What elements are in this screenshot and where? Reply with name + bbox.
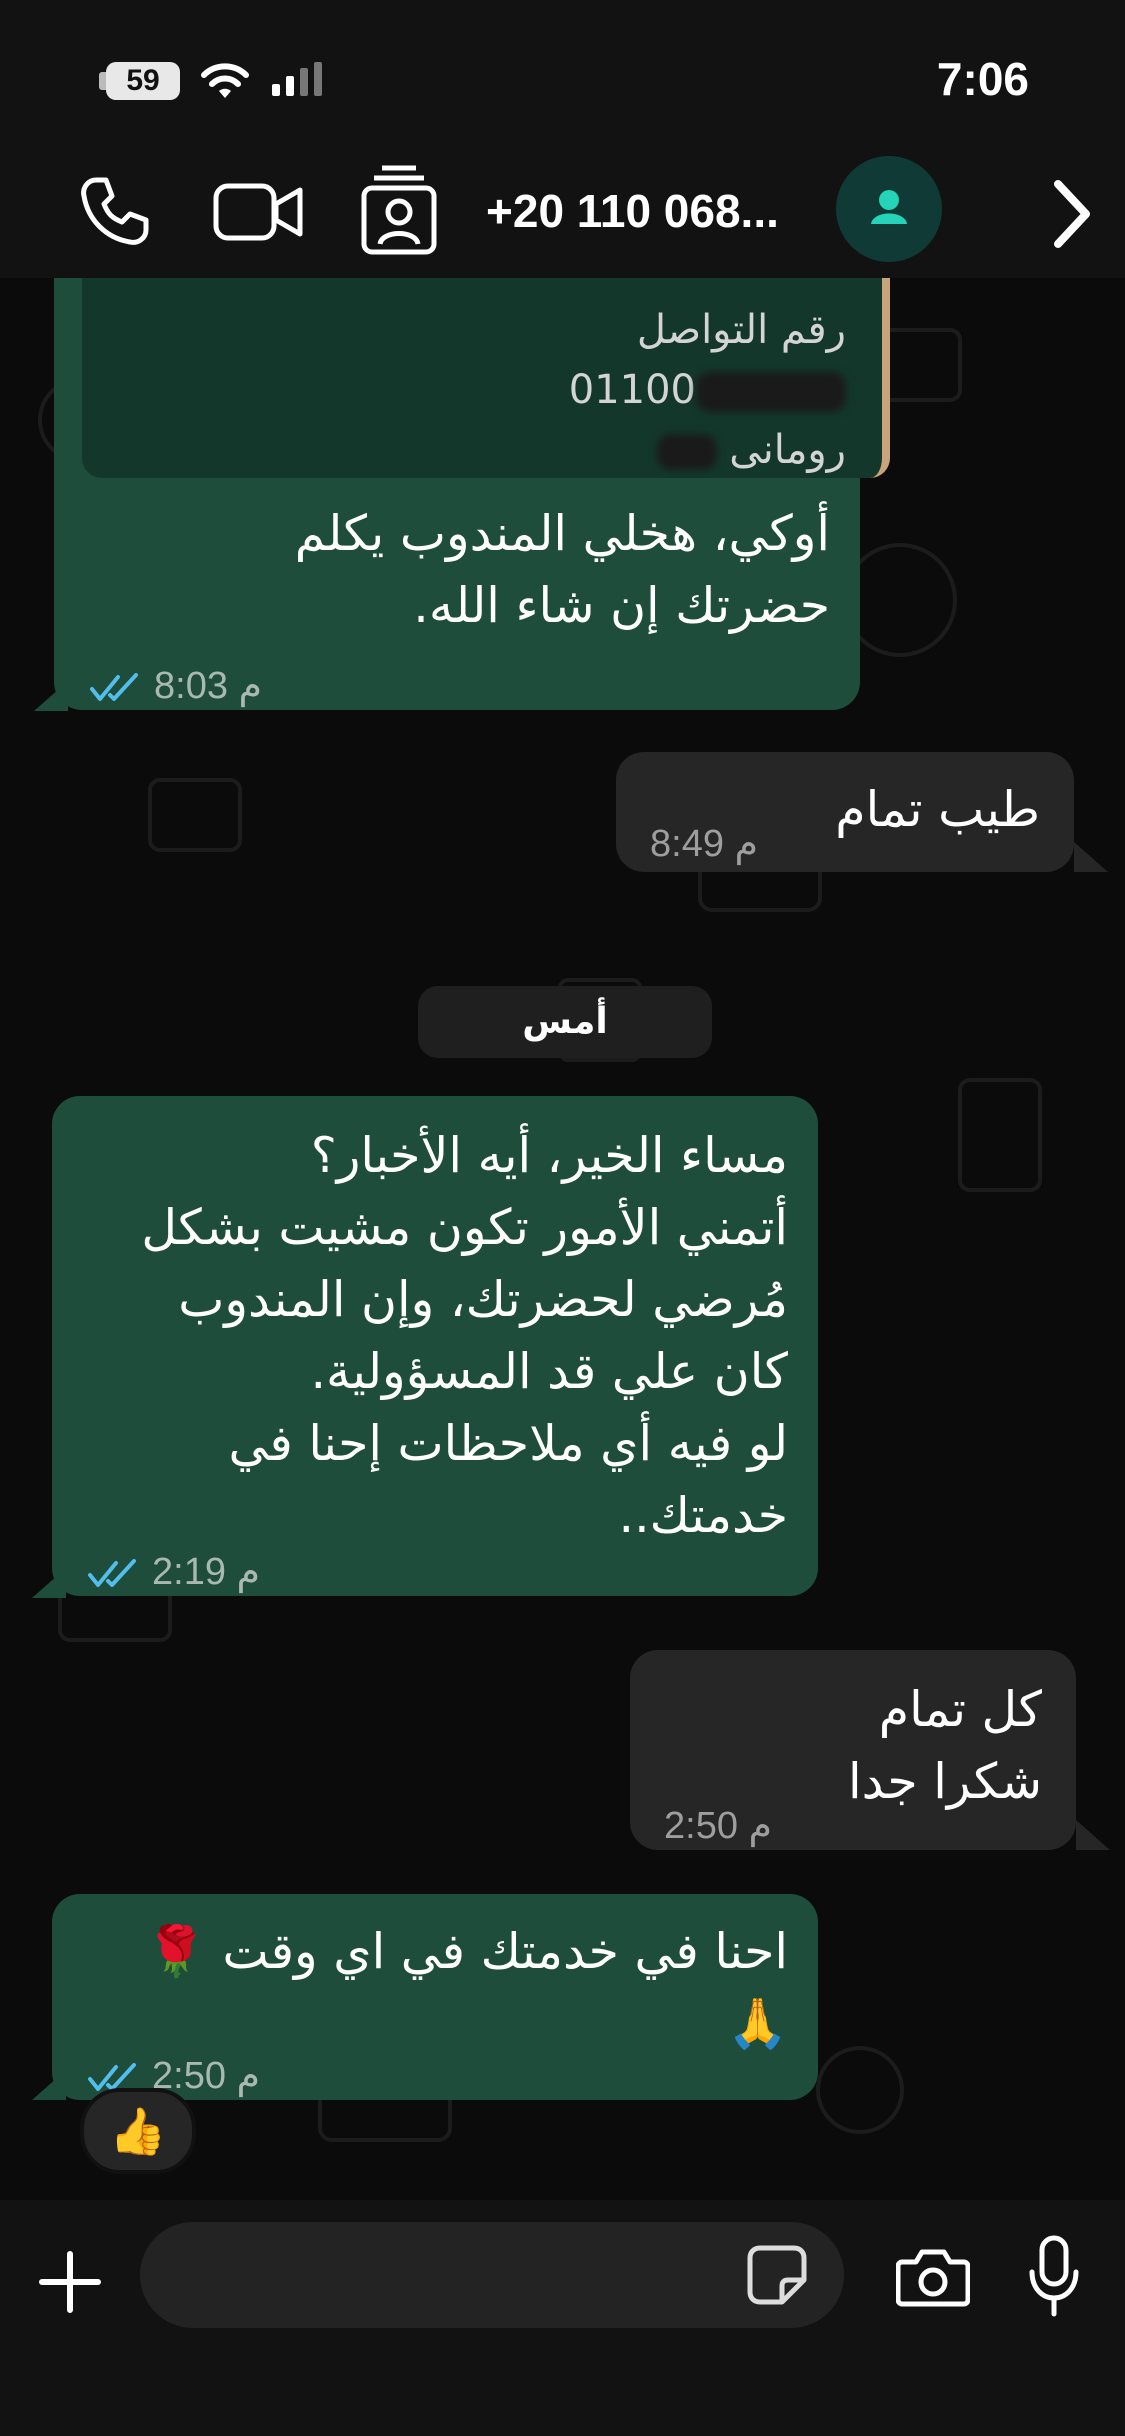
bubble-tail — [32, 2070, 66, 2100]
message-line: مساء الخير، أيه الأخبار؟ — [310, 1127, 788, 1184]
quote-name-prefix: رومانى — [729, 427, 846, 473]
cellular-signal-icon — [272, 62, 322, 96]
thumbs-up-reaction[interactable]: 👍 — [80, 2088, 196, 2174]
message-line: مُرضي لحضرتك، وإن المندوب — [178, 1271, 788, 1328]
bubble-tail — [32, 1568, 66, 1598]
outgoing-message[interactable]: احنا في خدمتك في اي وقت 🌹 🙏 2:50 م — [52, 1894, 818, 2100]
battery-tip — [99, 72, 106, 90]
quote-phone: 01100 — [569, 360, 846, 420]
message-line: كان علي قد المسؤولية. — [310, 1343, 788, 1400]
bubble-tail — [1076, 1820, 1110, 1850]
message-text: طيب تمام — [835, 781, 1040, 838]
microphone-icon[interactable] — [1026, 2234, 1082, 2318]
message-time: 2:50 م — [664, 1805, 773, 1847]
message-line: كل تمام — [878, 1681, 1042, 1738]
message-line: لو فيه أي ملاحظات إحنا في — [228, 1415, 788, 1472]
double-check-icon — [88, 1558, 136, 1587]
incoming-message[interactable]: كل تمام شكرا جدا 2:50 م — [630, 1650, 1076, 1850]
message-time: 8:03 م — [154, 665, 263, 707]
bubble-tail — [34, 681, 68, 711]
bubble-tail — [1074, 842, 1108, 872]
plus-icon[interactable] — [38, 2250, 102, 2314]
chevron-right-icon[interactable] — [1050, 178, 1094, 250]
composer-bar — [0, 2200, 1125, 2436]
message-line: أوكي، هخلي المندوب يكلم — [294, 505, 830, 562]
message-text: كل تمام شكرا جدا — [848, 1674, 1042, 1818]
message-list[interactable]: رقم التواصل 01100 رومانى أوكي، هخلي المن… — [0, 278, 1125, 2200]
person-icon — [871, 190, 907, 224]
status-bar: 59 7:06 — [0, 0, 1125, 150]
date-separator: أمس — [418, 986, 712, 1058]
avatar[interactable] — [836, 156, 942, 262]
redaction — [656, 434, 717, 470]
message-line: أتمني الأمور تكون مشيت بشكل — [141, 1199, 788, 1256]
video-call-icon[interactable] — [212, 174, 306, 250]
quoted-contact-card[interactable]: رقم التواصل 01100 رومانى — [82, 278, 890, 478]
message-time: 2:19 م — [152, 1551, 261, 1593]
battery-indicator: 59 — [106, 62, 180, 100]
contact-name[interactable]: +20 110 068... — [486, 184, 779, 238]
message-text: مساء الخير، أيه الأخبار؟ أتمني الأمور تك… — [141, 1120, 788, 1552]
camera-icon[interactable] — [896, 2246, 970, 2308]
message-text: أوكي، هخلي المندوب يكلم حضرتك إن شاء الل… — [295, 498, 830, 642]
quote-name: رومانى — [656, 420, 846, 480]
contact-card-icon[interactable] — [358, 164, 440, 256]
message-meta: 2:19 م — [88, 1536, 260, 1608]
message-line: شكرا جدا — [848, 1753, 1042, 1810]
message-text: احنا في خدمتك في اي وقت 🌹 🙏 — [146, 1916, 788, 2060]
message-time: 8:49 م — [650, 823, 759, 865]
chat-header: +20 110 068... — [0, 150, 1125, 278]
double-check-icon — [90, 672, 138, 701]
voice-call-icon[interactable] — [76, 174, 152, 250]
incoming-message[interactable]: طيب تمام 8:49 م — [616, 752, 1074, 872]
outgoing-message[interactable]: مساء الخير، أيه الأخبار؟ أتمني الأمور تك… — [52, 1096, 818, 1596]
wifi-icon — [201, 63, 249, 98]
quote-label: رقم التواصل — [636, 307, 846, 353]
redaction — [696, 372, 846, 412]
status-time: 7:06 — [936, 53, 1029, 105]
outgoing-message[interactable]: رقم التواصل 01100 رومانى أوكي، هخلي المن… — [54, 278, 890, 710]
sticker-icon[interactable] — [746, 2244, 808, 2306]
message-input[interactable] — [140, 2222, 844, 2328]
message-meta: 8:03 م — [90, 650, 262, 722]
message-line: احنا في خدمتك في اي وقت 🌹 — [145, 1923, 788, 1980]
message-line: حضرتك إن شاء الله. — [413, 577, 830, 634]
quote-phone-prefix: 01100 — [568, 367, 696, 413]
